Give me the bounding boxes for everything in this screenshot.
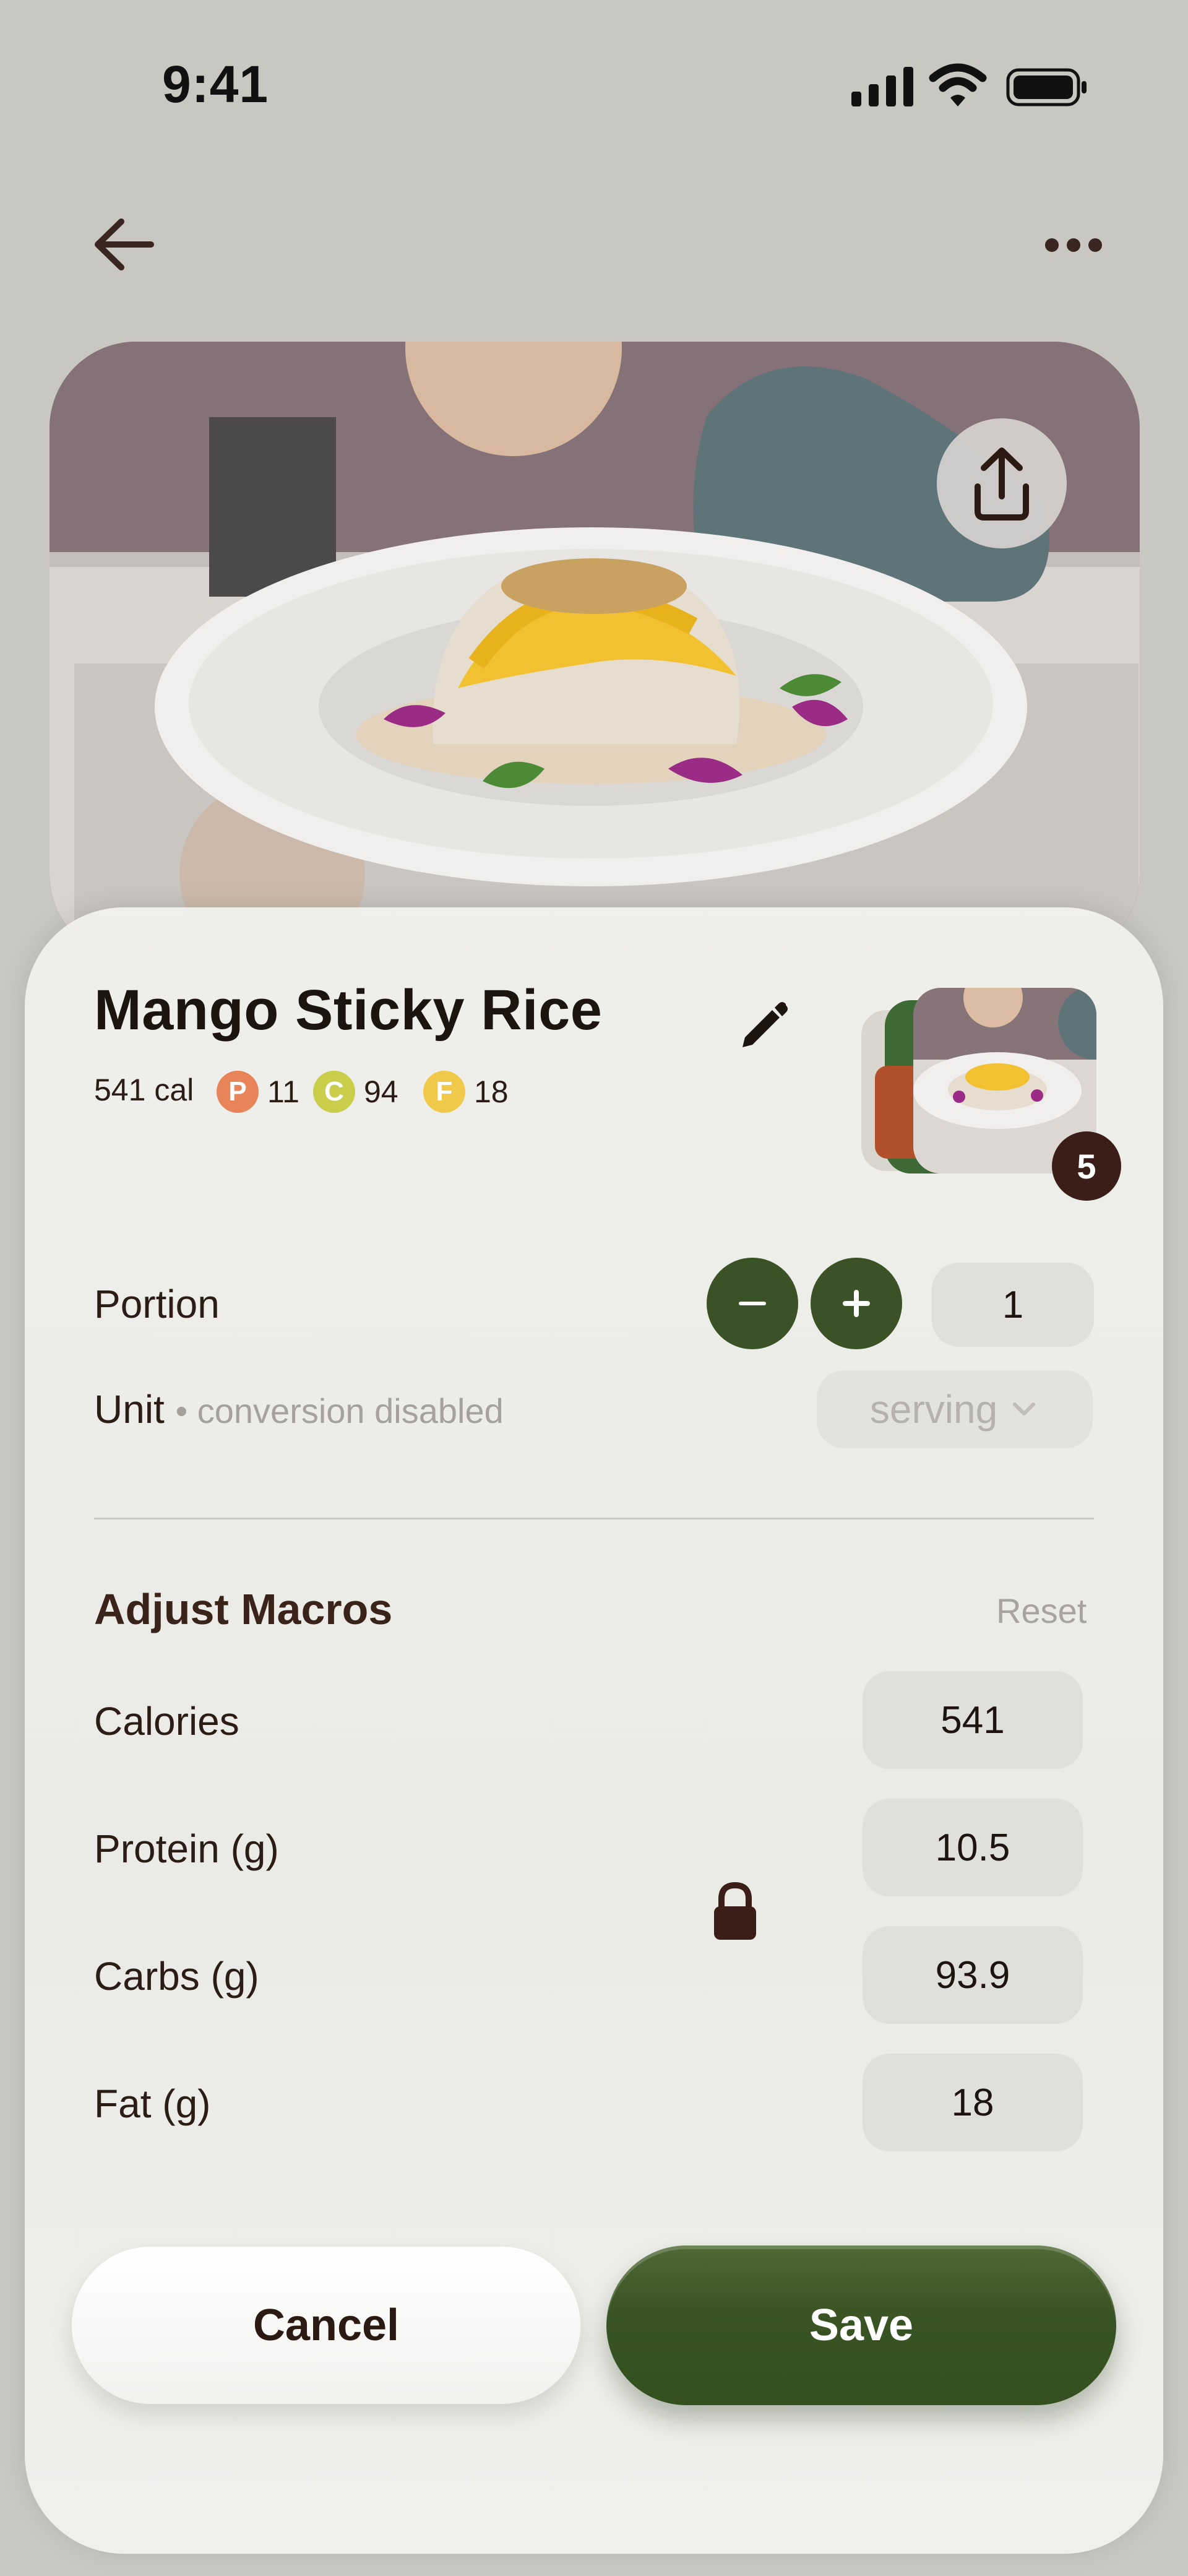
carbs-dot: C (313, 1071, 355, 1113)
carbs-value: 94 (364, 1074, 398, 1109)
decrease-portion-button[interactable] (707, 1258, 798, 1349)
protein-value: 11 (267, 1074, 299, 1109)
more-icon[interactable] (1040, 223, 1108, 266)
save-button[interactable]: Save (606, 2245, 1116, 2405)
pencil-icon[interactable] (734, 994, 793, 1053)
unit-row: Unit • conversion disabled (94, 1386, 504, 1432)
unit-select[interactable]: serving (817, 1370, 1093, 1448)
section-divider (94, 1518, 1094, 1519)
minus-icon (739, 1302, 766, 1305)
calories-summary: 541 cal (94, 1073, 194, 1107)
calories-label: Calories (94, 1699, 239, 1744)
protein-input[interactable]: 10.5 (863, 1799, 1083, 1896)
fat-dot: F (423, 1071, 465, 1113)
fat-input[interactable]: 18 (863, 2054, 1083, 2151)
unit-selected-value: serving (869, 1387, 998, 1432)
protein-chip: P 11 (217, 1071, 299, 1113)
increase-portion-button[interactable] (811, 1258, 902, 1349)
meal-title: Mango Sticky Rice (94, 979, 603, 1042)
photo-count-badge: 5 (1052, 1131, 1121, 1201)
fat-chip: F 18 (423, 1071, 509, 1113)
share-icon (975, 447, 1029, 521)
portion-label: Portion (94, 1282, 220, 1326)
carbs-chip: C 94 (313, 1071, 398, 1113)
wifi-icon (929, 63, 987, 106)
unit-conversion-hint: • conversion disabled (175, 1391, 504, 1430)
status-time: 9:41 (162, 55, 269, 113)
cancel-button[interactable]: Cancel (72, 2247, 580, 2404)
protein-label: Protein (g) (94, 1826, 279, 1871)
carbs-input[interactable]: 93.9 (863, 1926, 1083, 2024)
battery-icon (1006, 68, 1087, 106)
calories-input[interactable]: 541 (863, 1671, 1083, 1769)
protein-dot: P (217, 1071, 259, 1113)
carbs-label: Carbs (g) (94, 1954, 259, 1999)
adjust-macros-title: Adjust Macros (94, 1585, 393, 1633)
back-arrow-icon[interactable] (87, 210, 163, 279)
unit-label: Unit (94, 1387, 165, 1432)
fat-label: Fat (g) (94, 2081, 211, 2126)
lock-icon[interactable] (712, 1882, 759, 1941)
reset-button[interactable]: Reset (996, 1591, 1087, 1631)
portion-input[interactable]: 1 (932, 1263, 1094, 1347)
signal-icon (851, 67, 913, 106)
plus-icon (843, 1290, 870, 1317)
chevron-down-icon (1013, 1403, 1036, 1416)
fat-value: 18 (474, 1074, 509, 1109)
share-button[interactable] (937, 418, 1067, 548)
